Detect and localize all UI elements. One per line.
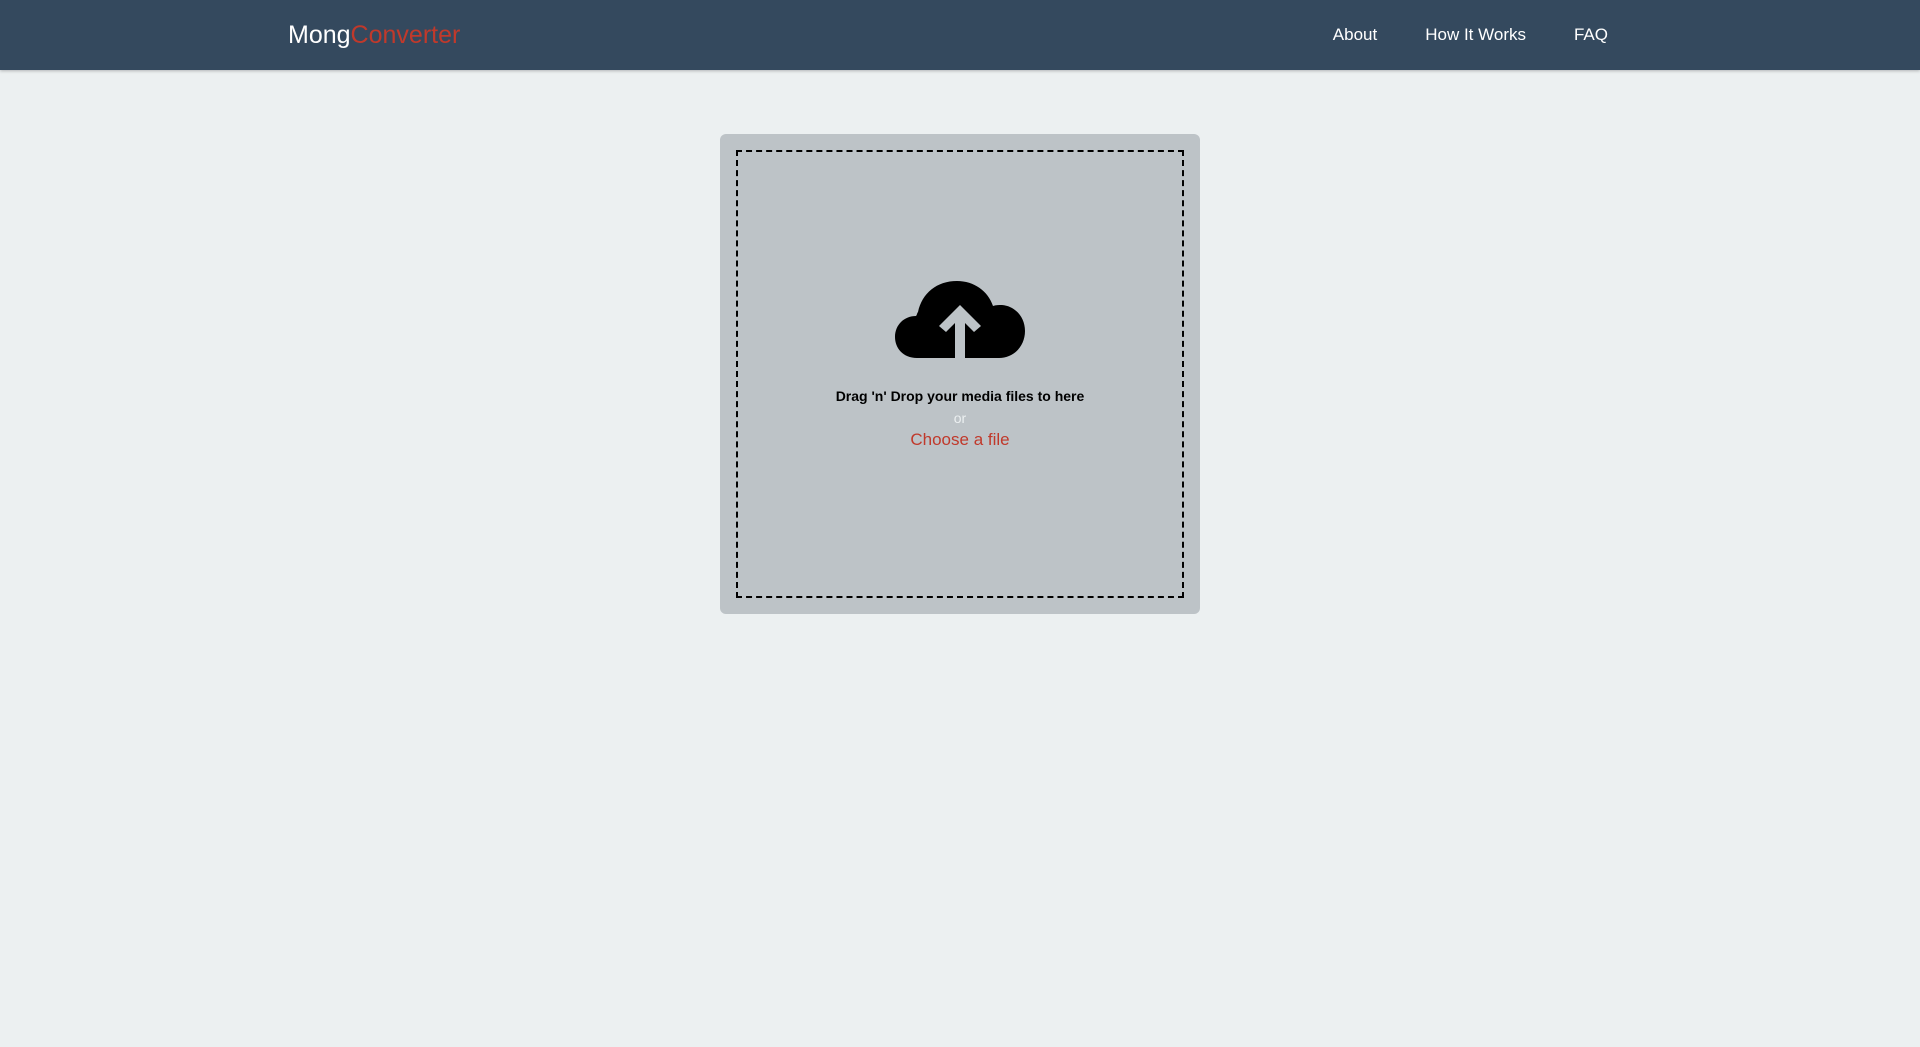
nav-link-about[interactable]: About <box>1333 25 1377 45</box>
nav-link-faq[interactable]: FAQ <box>1574 25 1608 45</box>
brand-name-main: Mong <box>288 21 351 49</box>
brand-logo[interactable]: MongConverter <box>288 0 460 70</box>
upload-card: Drag 'n' Drop your media files to here o… <box>720 134 1200 614</box>
brand-name-accent: Converter <box>350 21 461 49</box>
choose-file-link[interactable]: Choose a file <box>910 430 1009 450</box>
or-separator: or <box>953 410 967 426</box>
nav-links: About How It Works FAQ <box>1333 0 1608 70</box>
drop-instructions: Drag 'n' Drop your media files to here <box>835 388 1085 404</box>
nav-link-how-it-works[interactable]: How It Works <box>1425 25 1526 45</box>
cloud-upload-icon <box>895 281 1025 358</box>
top-navbar: MongConverter About How It Works FAQ <box>0 0 1920 70</box>
file-drop-zone[interactable]: Drag 'n' Drop your media files to here o… <box>736 150 1184 598</box>
